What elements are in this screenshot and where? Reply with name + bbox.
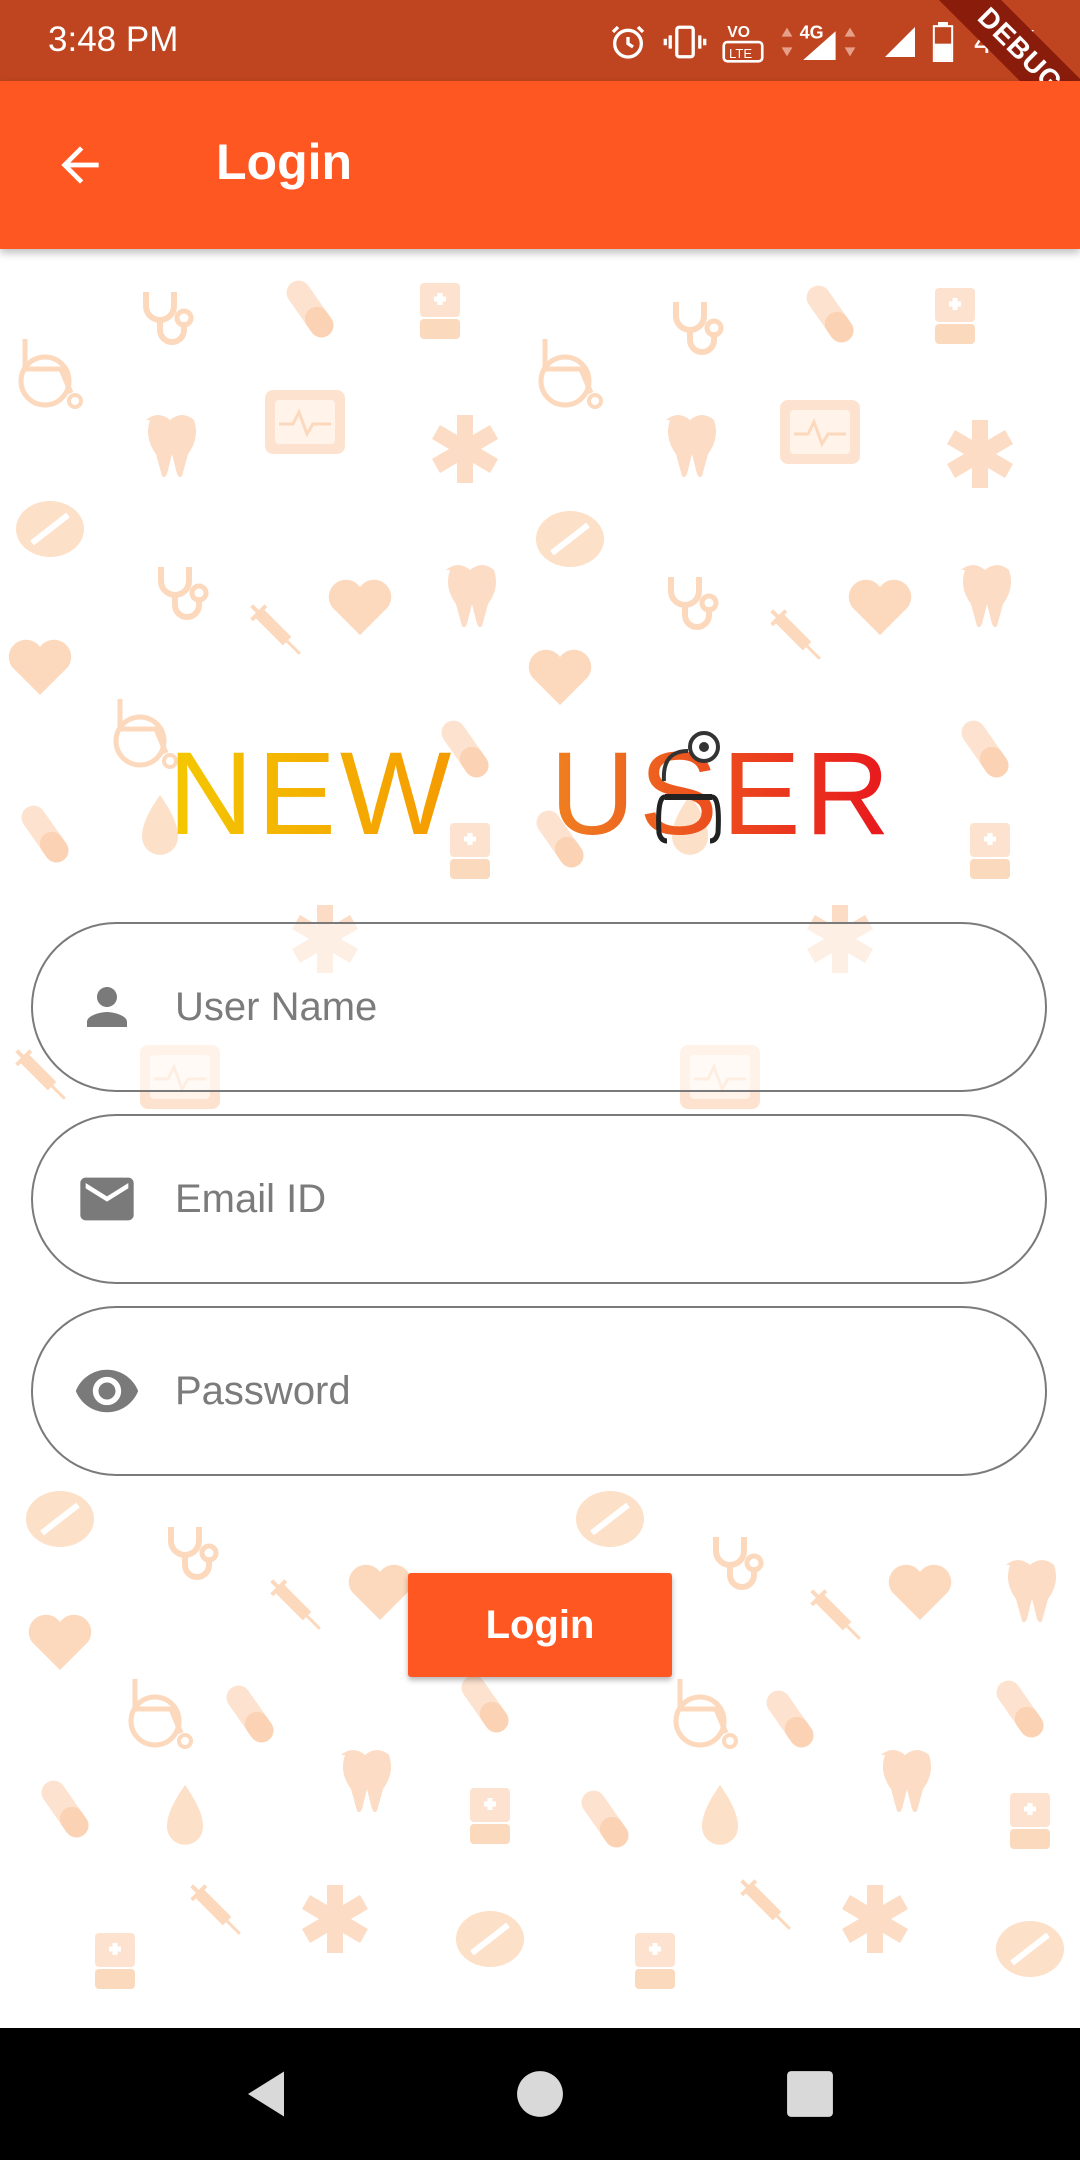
login-content: NEW USER User Name Email ID Login [0, 249, 1080, 2028]
nav-home-button[interactable] [504, 2058, 576, 2130]
back-triangle-icon [248, 2071, 284, 2117]
logo-word-new: NEW [168, 728, 455, 860]
page-title: Login [216, 134, 353, 190]
email-field[interactable] [31, 1114, 1047, 1284]
username-input[interactable] [173, 983, 997, 1031]
svg-text:VO: VO [727, 24, 750, 41]
alarm-icon [611, 25, 645, 59]
status-bar: 3:48 PM VO LTE 4G 47% [0, 0, 1080, 81]
status-time: 3:48 PM [48, 20, 179, 59]
new-user-logo: NEW USER [168, 728, 894, 860]
username-field[interactable] [31, 922, 1047, 1092]
signal-icon [884, 27, 915, 57]
recents-square-icon [787, 2071, 833, 2117]
home-circle-icon [517, 2071, 563, 2117]
nav-back-button[interactable] [230, 2058, 302, 2130]
battery-icon [932, 22, 954, 62]
network-4g-icon: 4G [781, 22, 856, 60]
app-bar: Login [0, 81, 1080, 249]
person-icon [67, 967, 147, 1047]
login-button[interactable]: Login [408, 1573, 672, 1677]
mail-icon [67, 1159, 147, 1239]
email-input[interactable] [173, 1175, 997, 1223]
password-field[interactable] [31, 1306, 1047, 1476]
navigation-bar [0, 2028, 1080, 2160]
nav-recents-button[interactable] [774, 2058, 846, 2130]
volte-icon: VO LTE [722, 24, 764, 63]
vibrate-icon [663, 25, 707, 59]
eye-icon[interactable] [67, 1351, 147, 1431]
arrow-back-icon [61, 146, 99, 184]
logo-word-user: USER [550, 728, 894, 860]
svg-text:4G: 4G [800, 22, 824, 42]
svg-text:LTE: LTE [729, 46, 752, 61]
password-input[interactable] [173, 1367, 997, 1415]
back-button[interactable] [40, 125, 120, 205]
